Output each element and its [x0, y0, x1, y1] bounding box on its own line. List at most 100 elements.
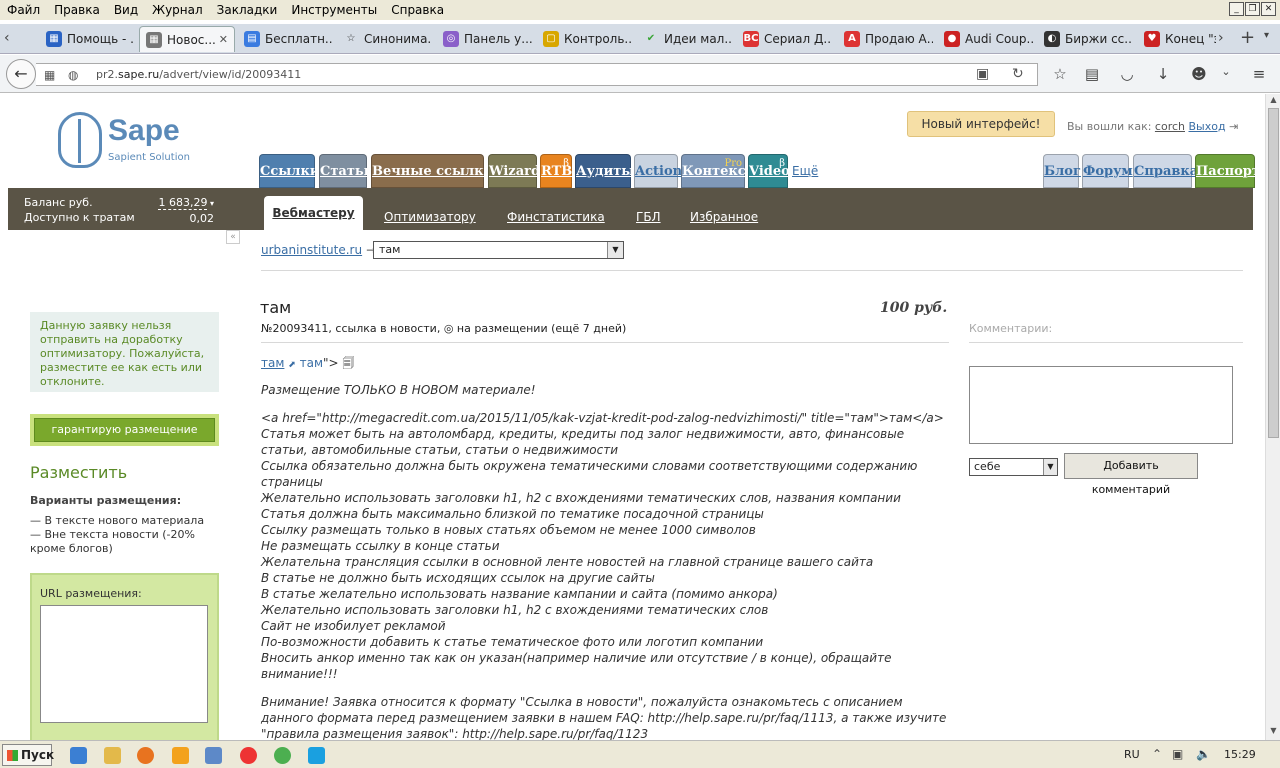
- balance-value[interactable]: 1 683,29: [158, 196, 208, 210]
- dropdown-icon[interactable]: ⌄: [1216, 65, 1236, 78]
- ie-icon[interactable]: [70, 747, 87, 764]
- tabs-scroll-left-icon[interactable]: ‹: [4, 30, 10, 46]
- restore-window-button[interactable]: ❐: [1245, 2, 1260, 16]
- minimize-window-button[interactable]: _: [1229, 2, 1244, 16]
- media-player-icon[interactable]: [172, 747, 189, 764]
- guarantee-placement-button[interactable]: гарантирую размещение: [34, 418, 215, 442]
- chrome-icon[interactable]: [274, 747, 291, 764]
- close-window-button[interactable]: ✕: [1261, 2, 1276, 16]
- anchor-text: там: [299, 356, 324, 370]
- main-tab-action[interactable]: Action: [634, 154, 682, 188]
- placement-url-textarea[interactable]: [40, 605, 208, 723]
- place-heading: Разместить: [30, 463, 128, 482]
- collapse-sidebar-icon[interactable]: «: [226, 230, 240, 244]
- tab-exchanges[interactable]: ◐ Биржи сс...: [1038, 26, 1133, 52]
- bookmarks-list-icon[interactable]: ▤: [1082, 65, 1102, 83]
- speaker-app-icon[interactable]: [205, 747, 222, 764]
- download-icon[interactable]: ↓: [1153, 65, 1173, 83]
- tab-panel[interactable]: ◎ Панель у...: [437, 26, 532, 52]
- page-scrollbar[interactable]: ▲ ▼: [1265, 94, 1280, 740]
- tab-end[interactable]: ♥Конец "эп...: [1138, 26, 1216, 52]
- tab-synonym[interactable]: ☆ Синонима...: [337, 26, 432, 52]
- username-link[interactable]: corch: [1155, 120, 1185, 133]
- menu-edit[interactable]: Правка: [47, 3, 107, 17]
- tab-free[interactable]: ▤ Бесплатн...: [238, 26, 333, 52]
- main-tab-wizard[interactable]: Wizard: [488, 154, 540, 188]
- main-tab-rtb[interactable]: RTB β: [540, 154, 572, 188]
- variants-heading: Варианты размещения:: [30, 494, 182, 507]
- menu-help[interactable]: Справка: [384, 3, 451, 17]
- logout-link[interactable]: Выход: [1189, 120, 1226, 133]
- page-title: там: [260, 298, 292, 317]
- close-tab-icon[interactable]: ✕: [219, 33, 228, 46]
- pocket-icon[interactable]: ◡: [1117, 65, 1137, 83]
- menu-view[interactable]: Вид: [107, 3, 145, 17]
- main-tab-blog[interactable]: Блог: [1043, 154, 1081, 188]
- tab-ideas[interactable]: ✔ Идеи мал...: [637, 26, 732, 52]
- subtab-webmaster[interactable]: Вебмастеру: [264, 196, 363, 230]
- tab-series[interactable]: ВС Сериал Д...: [737, 26, 832, 52]
- chat-icon[interactable]: ☻: [1189, 65, 1209, 83]
- menu-history[interactable]: Журнал: [145, 3, 210, 17]
- page-favicon-icon: ▦: [146, 31, 162, 48]
- navigation-bar: ▦ ◍ pr2.sape.ru/advert/view/id/20093411 …: [0, 55, 1280, 93]
- url-bar[interactable]: ▦ ◍ pr2.sape.ru/advert/view/id/20093411 …: [36, 63, 1038, 86]
- menu-tools[interactable]: Инструменты: [284, 3, 384, 17]
- start-button[interactable]: Пуск: [2, 744, 54, 766]
- main-tab-video[interactable]: Video β: [748, 154, 790, 188]
- chevron-down-icon: ▼: [607, 242, 623, 258]
- add-comment-button[interactable]: Добавить комментарий: [1064, 453, 1198, 496]
- site-link[interactable]: urbaninstitute.ru: [261, 243, 362, 257]
- menu-file[interactable]: Файл: [0, 3, 47, 17]
- subtab-optimizer[interactable]: Оптимизатору: [384, 210, 476, 224]
- yandex-icon[interactable]: [240, 747, 257, 764]
- language-indicator[interactable]: RU: [1124, 748, 1140, 761]
- placement-url-panel: URL размещения:: [30, 573, 219, 740]
- hamburger-menu-icon[interactable]: ≡: [1249, 65, 1269, 83]
- reload-icon[interactable]: ↻: [1012, 66, 1024, 82]
- main-tab-help[interactable]: Справка: [1133, 154, 1198, 188]
- skype-icon[interactable]: [308, 747, 325, 764]
- tab-list-icon[interactable]: ▾: [1264, 30, 1269, 41]
- scroll-down-icon[interactable]: ▼: [1268, 726, 1279, 738]
- main-tab-passport[interactable]: Паспорт: [1195, 154, 1260, 188]
- firefox-icon[interactable]: [137, 747, 154, 764]
- tabs-scroll-right-icon[interactable]: ›: [1218, 30, 1224, 46]
- tab-control[interactable]: ▢ Контроль...: [537, 26, 632, 52]
- main-tab-links[interactable]: Ссылки: [259, 154, 320, 188]
- page-content: Sape Sapient Solution Новый интерфейс! В…: [0, 94, 1265, 740]
- more-tabs-link[interactable]: Ещё: [792, 164, 818, 178]
- tab-bar: ‹ ▦ Помощь - ... ▦ Новос... ✕ ▤ Бесплатн... …: [0, 24, 1280, 54]
- scroll-up-icon[interactable]: ▲: [1268, 95, 1279, 107]
- tab-audi[interactable]: ● Audi Coup...: [938, 26, 1033, 52]
- new-tab-icon[interactable]: +: [1240, 27, 1255, 48]
- main-tab-audits[interactable]: Аудиты: [575, 154, 634, 188]
- main-tab-forum[interactable]: Форум: [1082, 154, 1133, 188]
- subtab-finstat[interactable]: Финстатистика: [507, 210, 605, 224]
- anchor-link[interactable]: там: [261, 356, 284, 370]
- volume-icon[interactable]: 🔈: [1196, 747, 1211, 761]
- new-interface-button[interactable]: Новый интерфейс!: [907, 111, 1055, 137]
- folder-icon[interactable]: [104, 747, 121, 764]
- tray-expand-icon[interactable]: ⌃: [1152, 747, 1162, 761]
- main-tab-context[interactable]: Контекст Pro: [681, 154, 754, 188]
- comment-visibility-select[interactable]: себе ▼: [969, 458, 1058, 476]
- tab-help[interactable]: ▦ Помощь - ...: [40, 26, 135, 52]
- reader-view-icon[interactable]: ▣: [976, 66, 989, 82]
- taskbar: Пуск RU ⌃ ▣ 🔈 15:29: [0, 740, 1280, 768]
- main-tab-eternal-links[interactable]: Вечные ссылки: [371, 154, 493, 188]
- tab-sale[interactable]: А Продаю А...: [838, 26, 933, 52]
- sape-logo[interactable]: Sape Sapient Solution: [58, 110, 198, 170]
- subtab-gbl[interactable]: ГБЛ: [636, 210, 661, 224]
- menu-bookmarks[interactable]: Закладки: [210, 3, 285, 17]
- identity-icon[interactable]: ◍: [68, 68, 78, 82]
- site-page-select[interactable]: там ▼: [373, 241, 624, 259]
- scrollbar-thumb[interactable]: [1268, 108, 1279, 438]
- tab-news-active[interactable]: ▦ Новос... ✕: [139, 26, 235, 52]
- subtab-favorites[interactable]: Избранное: [690, 210, 758, 224]
- comment-textarea[interactable]: [969, 366, 1233, 444]
- bookmark-star-icon[interactable]: ☆: [1050, 65, 1070, 83]
- main-tab-articles[interactable]: Статьи: [319, 154, 373, 188]
- network-icon[interactable]: ▣: [1172, 747, 1183, 761]
- back-button[interactable]: ←: [6, 59, 36, 89]
